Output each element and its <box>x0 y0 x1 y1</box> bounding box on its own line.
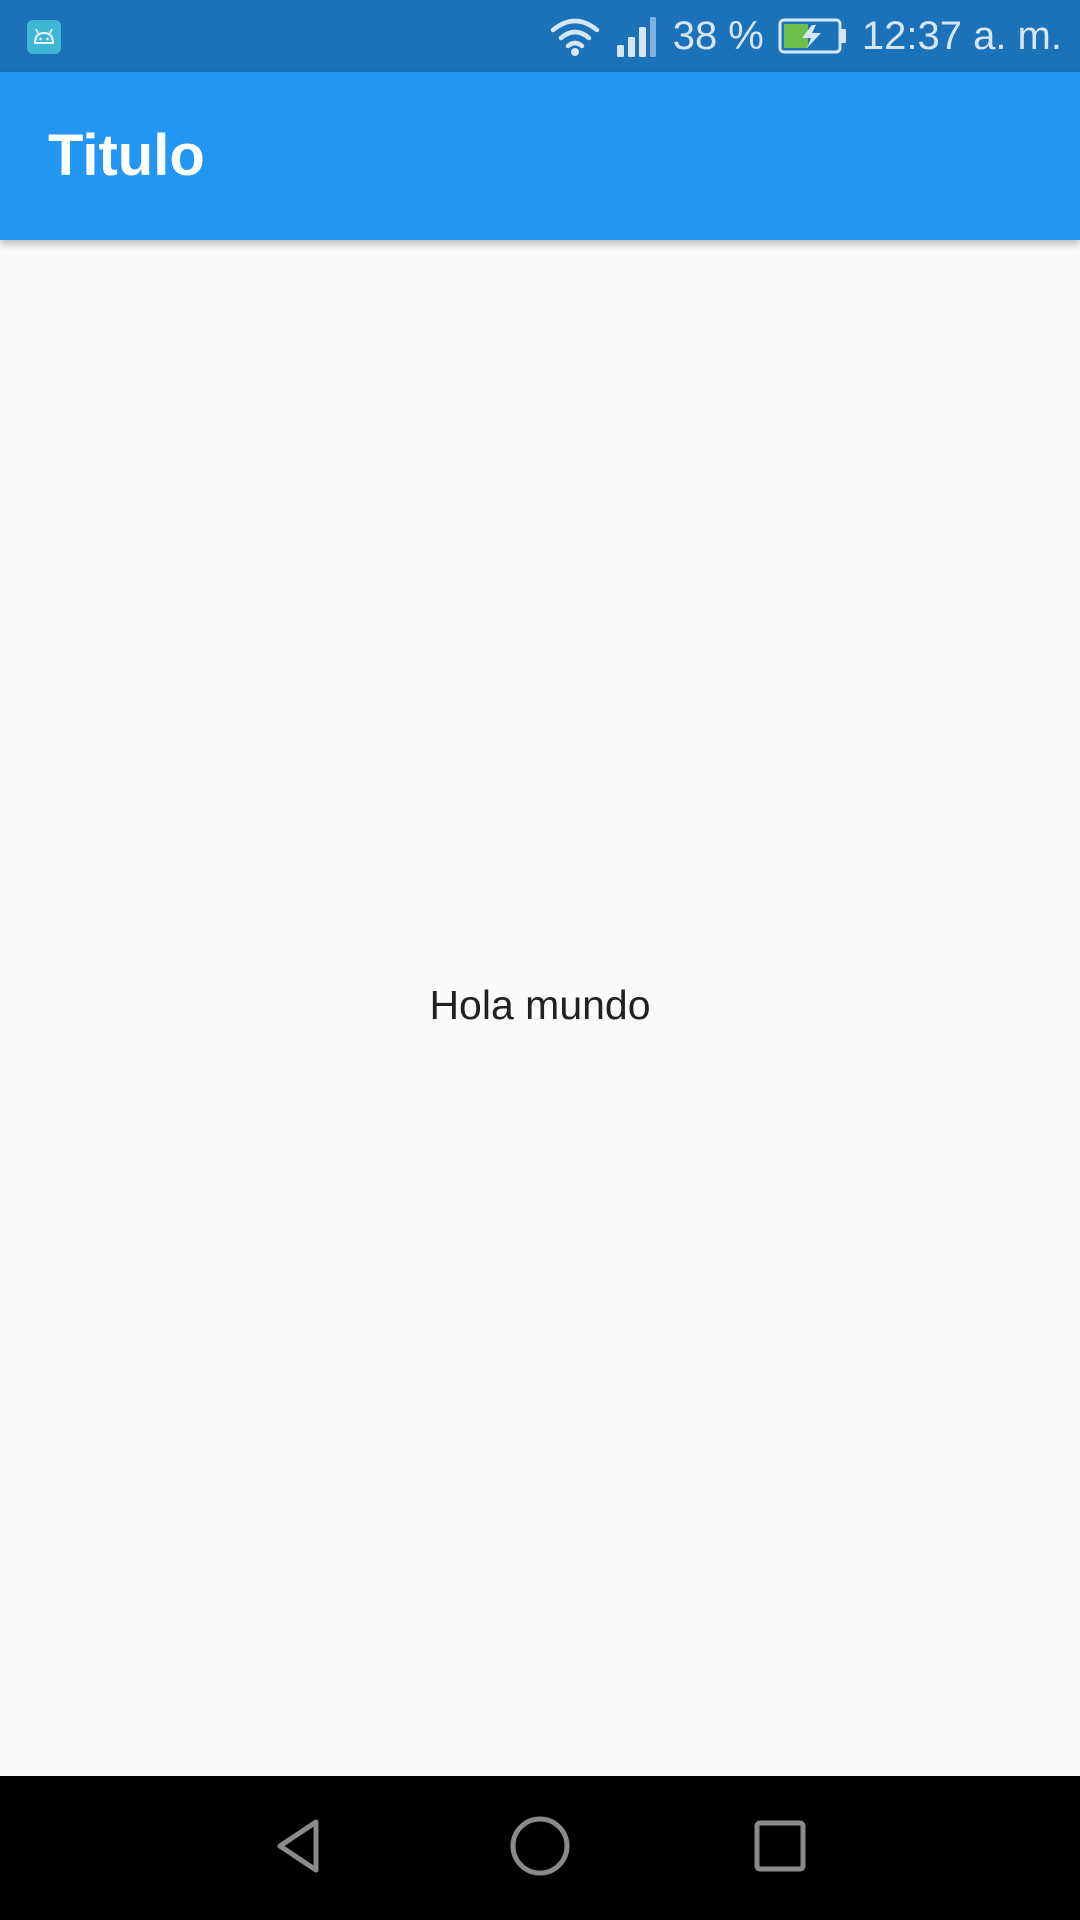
recents-icon <box>752 1818 808 1879</box>
wifi-icon <box>549 16 601 56</box>
android-app-icon <box>27 20 61 54</box>
battery-charging-icon <box>778 18 848 54</box>
screen: 38 % 12:37 a. m. Titulo Hola mundo <box>0 0 1080 1920</box>
navigation-bar <box>0 1776 1080 1920</box>
recents-button[interactable] <box>732 1800 828 1896</box>
home-icon <box>508 1814 572 1883</box>
status-indicators: 38 % 12:37 a. m. <box>549 0 1062 72</box>
clock: 12:37 a. m. <box>861 14 1062 58</box>
app-bar-title: Titulo <box>48 123 205 188</box>
back-icon <box>270 1816 330 1881</box>
greeting-text: Hola mundo <box>429 982 651 1028</box>
content-area: Hola mundo <box>0 240 1080 1776</box>
battery-percent: 38 % <box>672 14 764 58</box>
cell-signal-icon <box>615 15 659 57</box>
status-bar: 38 % 12:37 a. m. <box>0 0 1080 72</box>
home-button[interactable] <box>492 1800 588 1896</box>
back-button[interactable] <box>252 1800 348 1896</box>
app-bar: Titulo <box>0 72 1080 240</box>
